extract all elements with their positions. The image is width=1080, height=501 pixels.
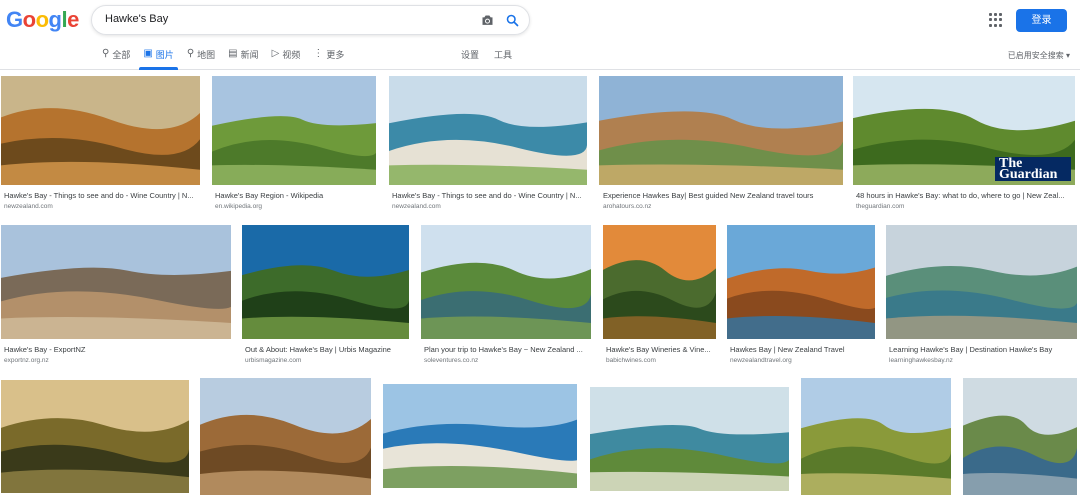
- tab-maps[interactable]: ⚲ 地图: [187, 44, 215, 70]
- result-thumbnail[interactable]: [886, 225, 1077, 339]
- landscape-image: [886, 225, 1077, 339]
- result-source: newzealand.com: [392, 203, 441, 210]
- result-thumbnail[interactable]: [1, 225, 231, 339]
- search-input[interactable]: Hawke's Bay: [105, 13, 168, 25]
- landscape-image: [1, 225, 231, 339]
- search-tabs: ⚲ 全部 ▣ 图片 ⚲ 地图 ▤ 新闻 ▷ 视频 ⋮ 更多: [102, 44, 357, 70]
- video-icon: ▷: [271, 48, 280, 59]
- result-title[interactable]: Learning Hawke's Bay | Destination Hawke…: [889, 345, 1076, 354]
- landscape-image: [421, 225, 591, 339]
- result-thumbnail[interactable]: [599, 76, 843, 185]
- result-thumbnail[interactable]: [590, 387, 789, 491]
- search-box[interactable]: Hawke's Bay: [91, 5, 530, 35]
- image-icon: ▣: [143, 48, 153, 59]
- guardian-logo: The Guardian: [995, 157, 1071, 182]
- landscape-image: [200, 378, 371, 495]
- tab-videos[interactable]: ▷ 视频: [272, 44, 301, 70]
- landscape-image: [603, 225, 716, 339]
- safesearch-toggle[interactable]: 已启用安全搜索 ▾: [1008, 50, 1070, 61]
- result-thumbnail[interactable]: [1, 380, 189, 493]
- result-thumbnail[interactable]: [1, 76, 200, 185]
- result-title[interactable]: Experience Hawkes Bay| Best guided New Z…: [603, 191, 843, 200]
- search-icon: ⚲: [102, 48, 110, 59]
- landscape-image: [1, 380, 189, 493]
- result-source: soleventures.co.nz: [424, 357, 479, 364]
- apps-grid-icon[interactable]: [989, 13, 1003, 27]
- result-thumbnail[interactable]: [383, 384, 577, 488]
- tools-link[interactable]: 工具: [494, 48, 512, 61]
- result-title[interactable]: Hawke's Bay - ExportNZ: [4, 345, 230, 354]
- landscape-image: [801, 378, 951, 495]
- result-source: urbismagazine.com: [245, 357, 302, 364]
- result-thumbnail[interactable]: [421, 225, 591, 339]
- result-source: theguardian.com: [856, 203, 905, 210]
- signin-button[interactable]: 登录: [1016, 9, 1067, 32]
- landscape-image: [1, 76, 200, 185]
- tab-images[interactable]: ▣ 图片: [139, 44, 179, 70]
- settings-link[interactable]: 设置: [461, 48, 479, 61]
- result-source: en.wikipedia.org: [215, 203, 262, 210]
- result-title[interactable]: Hawke's Bay - Things to see and do - Win…: [4, 191, 199, 200]
- result-source: babichwines.com: [606, 357, 656, 364]
- landscape-image: [212, 76, 376, 185]
- tab-news[interactable]: ▤ 新闻: [228, 44, 258, 70]
- header: Google Hawke's Bay 登录 ⚲ 全部 ▣ 图片 ⚲ 地图 ▤ 新闻 ▷ 视…: [0, 0, 1080, 70]
- tab-more[interactable]: ⋮ 更多: [313, 44, 344, 70]
- result-thumbnail[interactable]: [963, 378, 1077, 495]
- result-thumbnail[interactable]: [727, 225, 875, 339]
- result-source: arohatours.co.nz: [603, 203, 652, 210]
- landscape-image: [242, 225, 409, 339]
- result-thumbnail[interactable]: [603, 225, 716, 339]
- result-thumbnail[interactable]: [242, 225, 409, 339]
- search-icon[interactable]: [505, 13, 520, 28]
- result-source: exportnz.org.nz: [4, 357, 49, 364]
- result-title[interactable]: Hawke's Bay - Things to see and do - Win…: [392, 191, 585, 200]
- result-source: newzealandtravel.org: [730, 357, 792, 364]
- more-icon: ⋮: [313, 48, 324, 59]
- news-icon: ▤: [228, 48, 238, 59]
- result-source: newzealand.com: [4, 203, 53, 210]
- result-thumbnail[interactable]: [212, 76, 376, 185]
- landscape-image: [599, 76, 843, 185]
- landscape-image: [963, 378, 1077, 495]
- result-title[interactable]: Hawke's Bay Region - Wikipedia: [215, 191, 375, 200]
- result-title[interactable]: Hawkes Bay | New Zealand Travel: [730, 345, 874, 354]
- result-title[interactable]: Hawke's Bay Wineries & Vine...: [606, 345, 715, 354]
- landscape-image: [590, 387, 789, 491]
- camera-icon[interactable]: [480, 13, 495, 28]
- result-title[interactable]: Out & About: Hawke's Bay | Urbis Magazin…: [245, 345, 408, 354]
- landscape-image: [389, 76, 587, 185]
- result-title[interactable]: 48 hours in Hawke's Bay: what to do, whe…: [856, 191, 1074, 200]
- landscape-image: [383, 384, 577, 488]
- result-thumbnail[interactable]: [389, 76, 587, 185]
- map-pin-icon: ⚲: [186, 48, 195, 59]
- landscape-image: [727, 225, 875, 339]
- result-title[interactable]: Plan your trip to Hawke's Bay ~ New Zeal…: [424, 345, 590, 354]
- tab-all[interactable]: ⚲ 全部: [102, 44, 130, 70]
- result-thumbnail[interactable]: The Guardian: [853, 76, 1075, 185]
- result-source: learninghawkesbay.nz: [889, 357, 953, 364]
- result-thumbnail[interactable]: [200, 378, 371, 495]
- result-thumbnail[interactable]: [801, 378, 951, 495]
- google-logo[interactable]: Google: [6, 7, 79, 33]
